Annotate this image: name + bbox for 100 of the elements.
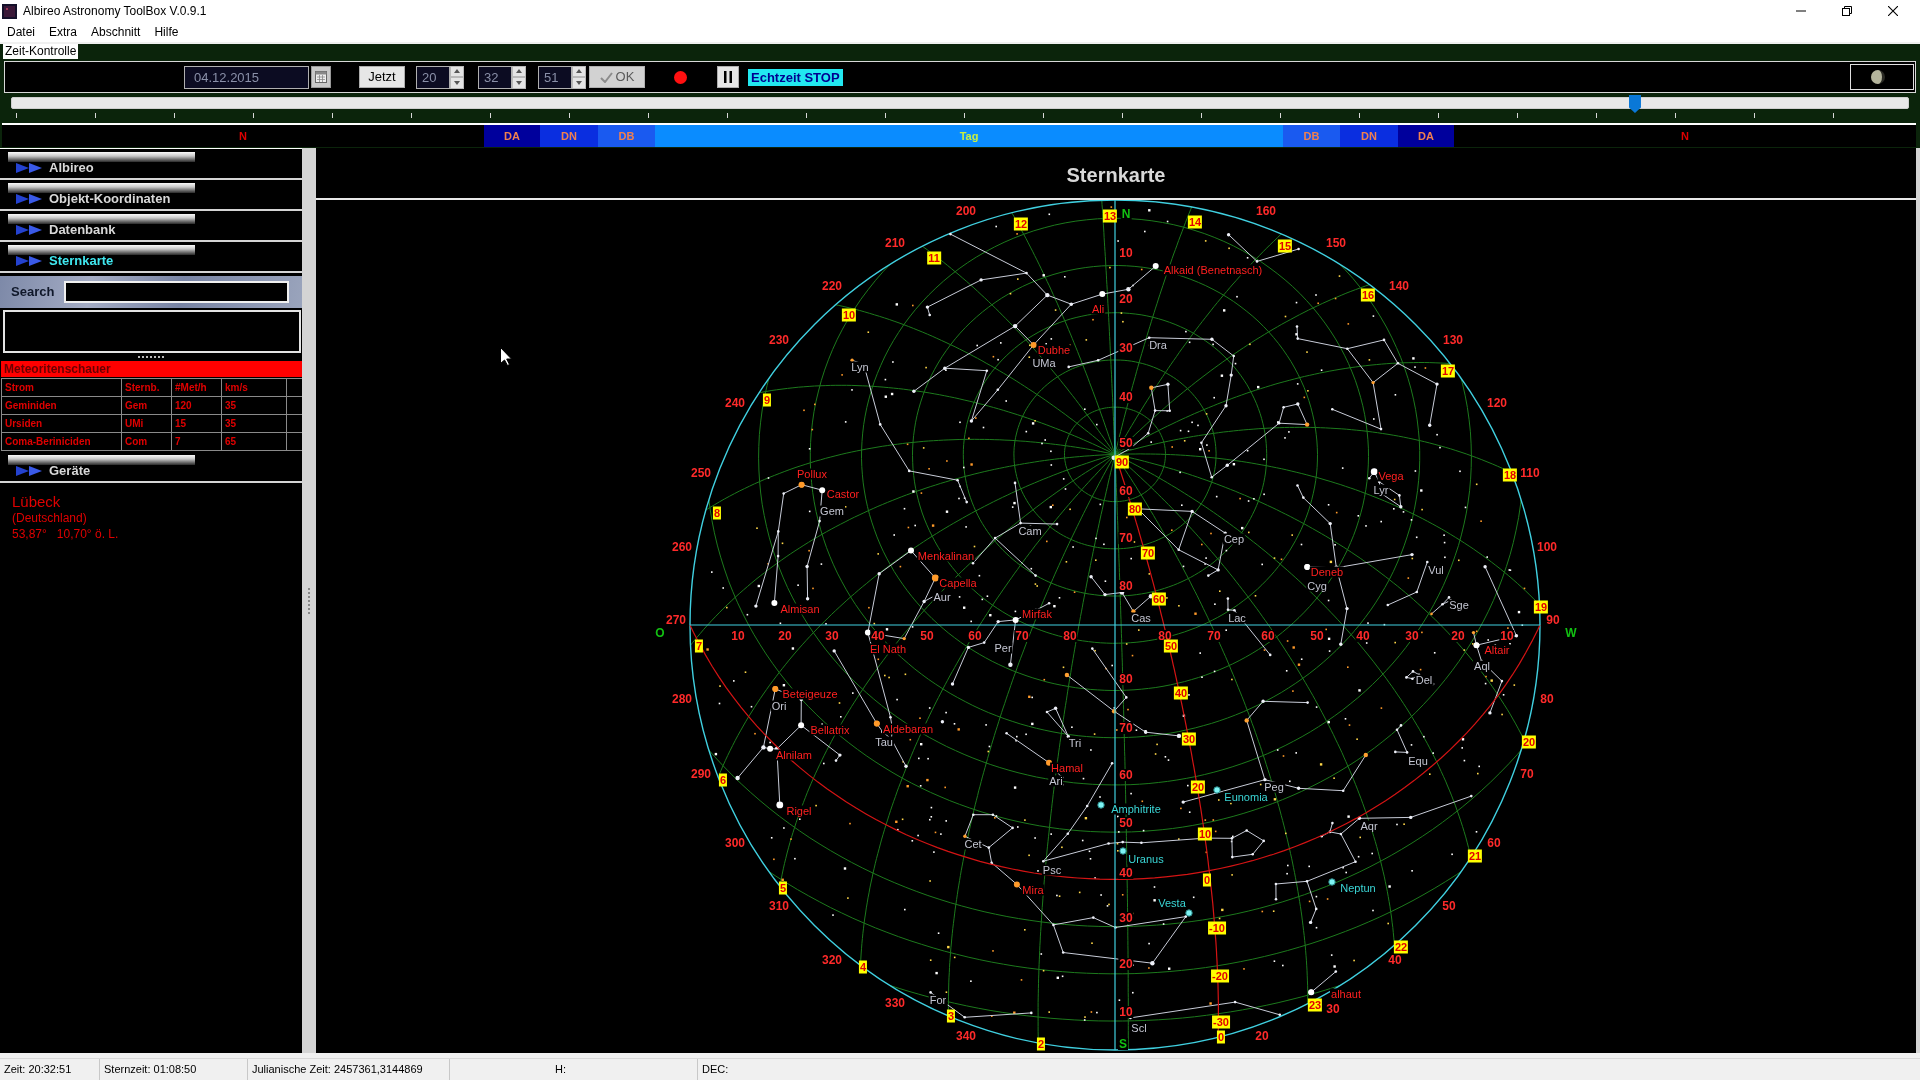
spin-down-button[interactable] [512, 77, 526, 89]
hour-label: 20 [1521, 735, 1537, 749]
star-marker-icon [1012, 616, 1019, 623]
constellation-name: Tri [1067, 737, 1083, 749]
altitude-label: 10 [1118, 247, 1134, 259]
altitude-label: 60 [1118, 485, 1134, 497]
star-marker-icon [1030, 341, 1037, 348]
constellation-name: Cep [1222, 533, 1246, 545]
altitude-label: 70 [1118, 532, 1134, 544]
altitude-label: 60 [1260, 630, 1276, 642]
hour-label: 0 [1216, 1030, 1226, 1044]
sidereal-time-readout: Sternzeit: 01:08:50 [100, 1059, 248, 1080]
altitude-label: 80 [1118, 673, 1134, 685]
double-arrow-icon [16, 194, 43, 204]
altitude-label: 40 [1118, 867, 1134, 879]
constellation-name: Vul [1427, 564, 1445, 576]
constellation-name: Lyn [850, 361, 870, 373]
table-cell: 65 [221, 432, 287, 451]
section-header[interactable]: Datenbank [0, 211, 302, 242]
hour-field[interactable]: 20 [416, 65, 450, 89]
star-marker-icon [1046, 759, 1052, 766]
hour-label: 21 [1467, 849, 1483, 863]
azimuth-label: 200 [955, 205, 977, 217]
hour-label: 19 [1533, 600, 1549, 614]
table-cell: Coma-Beriniciden [1, 432, 122, 451]
pause-button[interactable] [717, 66, 739, 88]
constellation-name: Lac [1227, 612, 1247, 624]
azimuth-label: 230 [768, 334, 790, 346]
declination-label: 30 [1181, 732, 1197, 746]
star-marker-icon [798, 722, 805, 729]
spin-down-button[interactable] [450, 77, 464, 89]
altitude-label: 80 [1157, 630, 1173, 642]
day-phase-segment: N [1454, 125, 1916, 147]
star-marker-icon [932, 575, 939, 581]
azimuth-label: 340 [955, 1030, 977, 1042]
double-arrow-icon [16, 466, 43, 476]
hour-label: 17 [1440, 364, 1456, 378]
altitude-label: 20 [1118, 293, 1134, 305]
pause-icon [724, 71, 732, 83]
star-marker-icon [1304, 563, 1311, 570]
constellation-name: Cyg [1306, 580, 1328, 592]
constellation-name: Psc [1041, 864, 1063, 876]
constellation-name: UMa [1031, 357, 1057, 369]
calendar-button[interactable] [311, 66, 331, 88]
column-header: #Met/h [171, 378, 222, 397]
azimuth-label: 320 [821, 954, 843, 966]
spin-up-button[interactable] [572, 65, 586, 77]
menu-item[interactable]: Extra [42, 24, 85, 40]
table-cell: 15 [171, 414, 222, 433]
minute-field[interactable]: 32 [478, 65, 512, 89]
slider-thumb[interactable] [1628, 95, 1641, 113]
declination-label: -20 [1211, 969, 1229, 983]
search-field[interactable] [64, 281, 289, 303]
compass-point-label: O [654, 627, 666, 639]
double-arrow-icon [16, 163, 43, 173]
table-cell: UMi [121, 414, 172, 433]
day-phase-segment: N [2, 125, 484, 147]
day-phase-segment: DA [1398, 125, 1454, 147]
constellation-name: Scl [1130, 1022, 1148, 1034]
location-coordinates: 53,87° 10,70° ö. L. [12, 526, 120, 542]
planet-name: Eunomia [1223, 791, 1269, 803]
altitude-label: 10 [1118, 1006, 1134, 1018]
mouse-pointer-icon [500, 347, 512, 366]
table-cell: Com [121, 432, 172, 451]
azimuth-label: 110 [1519, 467, 1541, 479]
menu-item[interactable]: Abschnitt [84, 24, 148, 40]
section-header[interactable]: Albireo [0, 149, 302, 180]
hour-label: 10 [841, 308, 857, 322]
spin-up-button[interactable] [450, 65, 464, 77]
spin-up-button[interactable] [512, 65, 526, 77]
planet-name: Vesta [1157, 897, 1187, 909]
azimuth-label: 120 [1486, 397, 1508, 409]
star-name: Capella [938, 577, 978, 589]
double-arrow-icon [16, 225, 43, 235]
constellation-name: Cas [1130, 612, 1152, 624]
now-button[interactable]: Jetzt [359, 66, 405, 88]
spin-down-button[interactable] [572, 77, 586, 89]
window-title: Albireo Astronomy ToolBox V.0.9.1 [23, 3, 207, 19]
star-marker-icon [1371, 468, 1378, 475]
caret-down-icon [576, 80, 582, 85]
second-field[interactable]: 51 [538, 65, 572, 89]
section-header[interactable]: Geräte [0, 452, 302, 483]
constellation-name: Tau [874, 736, 894, 748]
declination-label: -30 [1212, 1015, 1230, 1029]
menu-item[interactable]: Datei [0, 24, 42, 40]
star-name: Vega [1377, 470, 1405, 482]
hour-label: 11 [927, 251, 941, 265]
azimuth-label: 20 [1254, 1030, 1270, 1042]
day-phase-segment: DA [484, 125, 540, 147]
section-header[interactable]: Objekt-Koordinaten [0, 180, 302, 211]
compass-point-label: W [1564, 627, 1578, 639]
altitude-label: 60 [967, 630, 983, 642]
star-name: Deneb [1309, 566, 1345, 578]
declination-label: 10 [1197, 827, 1213, 841]
section-header[interactable]: Sternkarte [0, 242, 302, 273]
menu-item[interactable]: Hilfe [147, 24, 186, 40]
date-field[interactable]: 04.12.2015 [184, 65, 309, 89]
location-city: Lübeck [12, 493, 62, 510]
azimuth-label: 240 [724, 397, 746, 409]
star-name: Rigel [785, 805, 813, 817]
